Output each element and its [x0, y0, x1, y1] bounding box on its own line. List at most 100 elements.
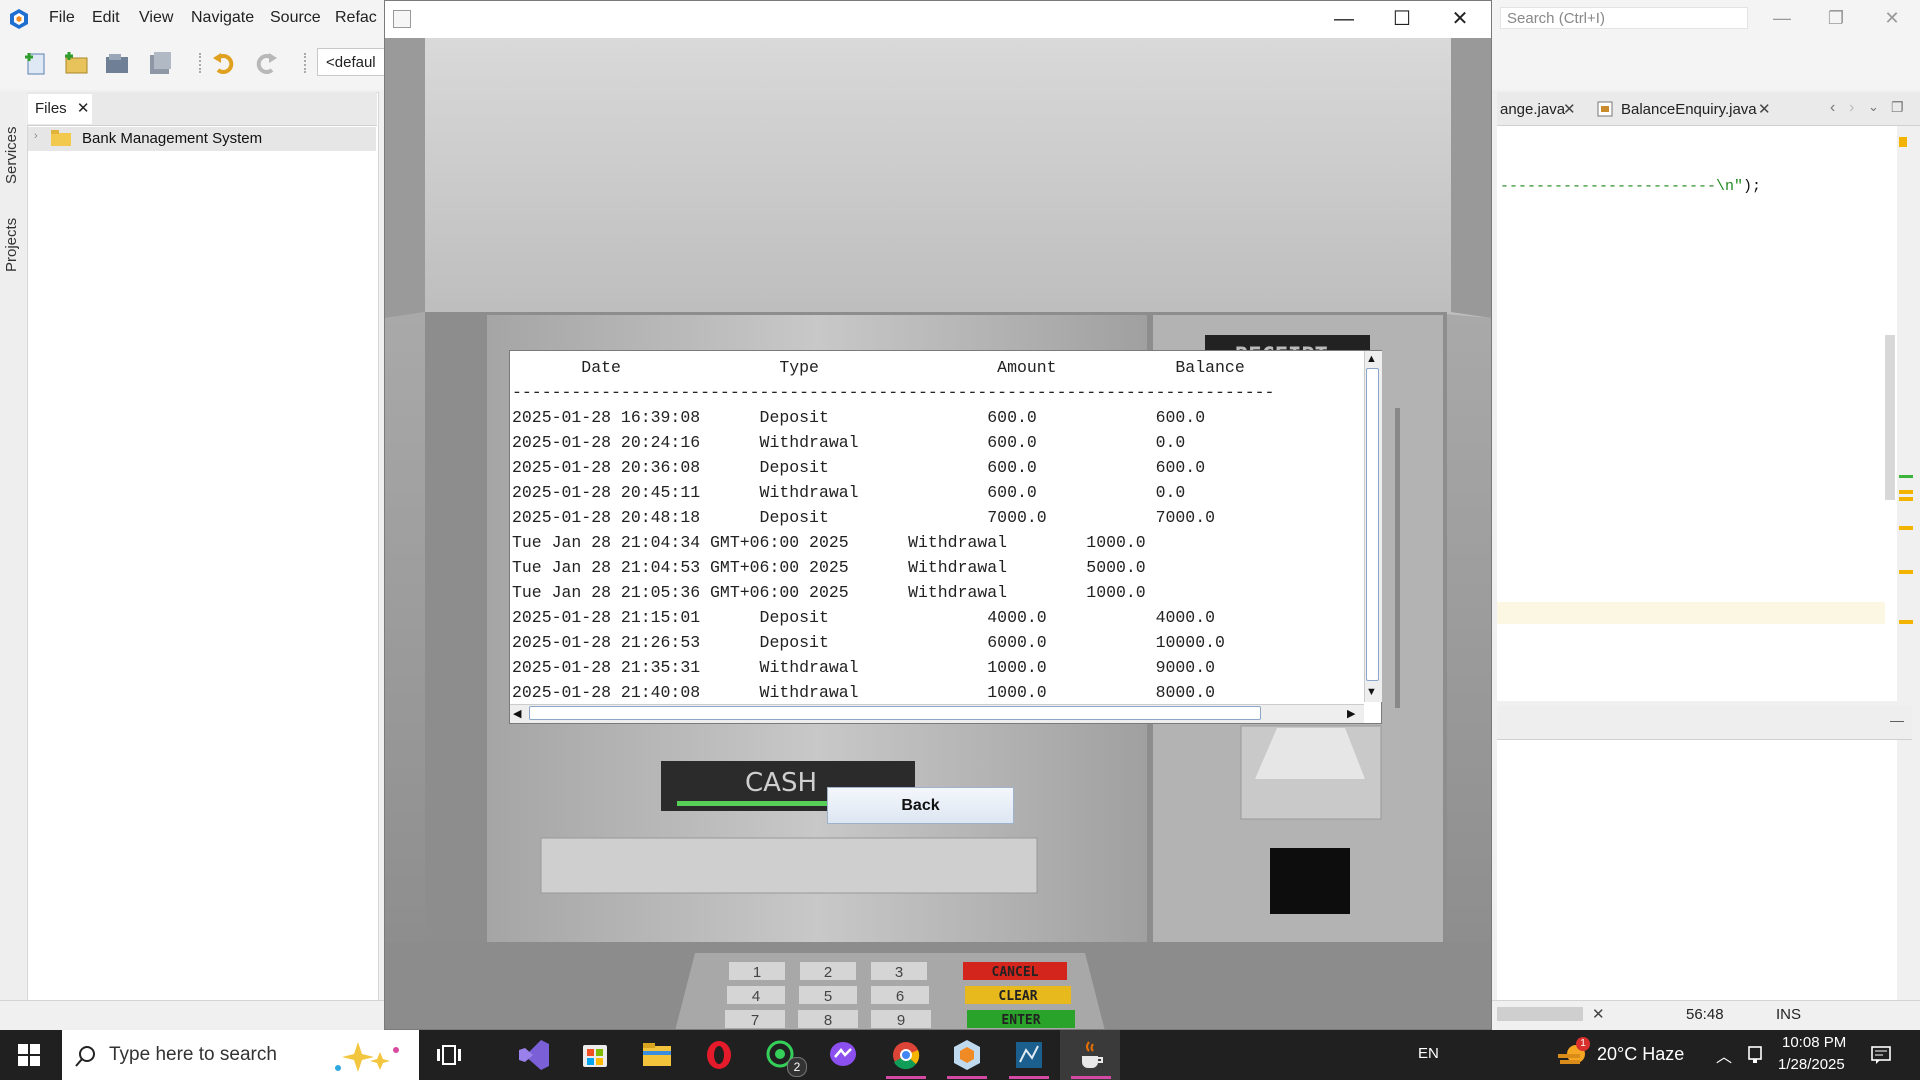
new-project-icon[interactable]	[62, 49, 90, 77]
code-punct: );	[1743, 178, 1762, 195]
mysql-workbench-icon[interactable]	[1008, 1036, 1050, 1074]
scroll-right-arrow-icon[interactable]: ▶	[1347, 707, 1355, 720]
occurrence-marker[interactable]	[1899, 526, 1913, 530]
code-line: ------------------------\n");	[1500, 178, 1761, 195]
keypad-key: 7	[751, 1012, 759, 1029]
services-tab[interactable]: Services	[3, 126, 20, 184]
enter-key: ENTER	[1001, 1013, 1040, 1028]
chrome-icon[interactable]	[885, 1036, 927, 1074]
scroll-down-arrow-icon[interactable]: ▼	[1366, 686, 1377, 698]
close-icon[interactable]: ✕	[1758, 100, 1771, 118]
caret-position: 56:48	[1686, 1006, 1724, 1023]
keypad-key: 5	[824, 988, 832, 1005]
clock-time[interactable]: 10:08 PM	[1782, 1034, 1846, 1051]
file-explorer-icon[interactable]	[636, 1036, 678, 1074]
close-button[interactable]: ✕	[1431, 1, 1489, 38]
minimize-button[interactable]: —	[1315, 1, 1373, 38]
transaction-row: 2025-01-28 21:40:08 Withdrawal 1000.0 80…	[512, 683, 1216, 702]
clock-date[interactable]: 1/28/2025	[1778, 1056, 1845, 1073]
windows-start-icon[interactable]	[18, 1044, 40, 1066]
occurrence-marker[interactable]	[1899, 570, 1913, 574]
editor-tab-label[interactable]: ange.java	[1500, 101, 1565, 118]
files-tab[interactable]: Files ✕	[28, 94, 92, 124]
scroll-up-arrow-icon[interactable]: ▲	[1366, 353, 1377, 365]
search-highlight-icon	[335, 1042, 399, 1072]
cash-label: CASH	[745, 768, 817, 798]
undo-icon[interactable]	[210, 49, 238, 77]
transaction-row: 2025-01-28 21:35:31 Withdrawal 1000.0 90…	[512, 658, 1216, 677]
restore-window-icon[interactable]: ❐	[1891, 99, 1904, 116]
netbeans-icon[interactable]	[946, 1036, 988, 1074]
menu-file[interactable]: File	[49, 9, 75, 27]
warning-marker[interactable]	[1899, 137, 1907, 147]
window-titlebar[interactable]: — ☐ ✕	[385, 1, 1491, 38]
maximize-button[interactable]: ☐	[1373, 1, 1431, 38]
change-marker[interactable]	[1899, 475, 1913, 478]
statement-text-area[interactable]: Date Type Amount Balance ---------------…	[509, 350, 1382, 724]
messenger-icon[interactable]	[822, 1036, 864, 1074]
transaction-row: Tue Jan 28 21:04:53 GMT+06:00 2025 Withd…	[512, 558, 1146, 577]
keypad-key: 1	[753, 964, 761, 981]
task-view-icon[interactable]	[429, 1036, 471, 1074]
output-panel-header	[1497, 706, 1912, 740]
occurrence-marker[interactable]	[1899, 497, 1913, 501]
keypad: 1 2 3 4 5 6 7 8 9	[725, 962, 931, 1029]
java-cup-icon	[393, 10, 411, 28]
taskbar-search-placeholder: Type here to search	[109, 1044, 277, 1065]
active-indicator	[886, 1076, 926, 1079]
keypad-key: 8	[824, 1012, 832, 1029]
keypad-key: 3	[895, 964, 903, 981]
menu-refactor[interactable]: Refac	[335, 9, 377, 27]
ide-close-button[interactable]: ✕	[1872, 4, 1912, 32]
files-tab-label: Files	[35, 100, 67, 117]
language-indicator[interactable]: EN	[1418, 1045, 1439, 1062]
editor-scrollbar[interactable]	[1885, 335, 1895, 500]
menu-navigate[interactable]: Navigate	[191, 9, 254, 27]
save-all-icon[interactable]	[146, 49, 174, 77]
weather-text[interactable]: 20°C Haze	[1597, 1044, 1684, 1065]
menu-source[interactable]: Source	[270, 9, 321, 27]
horizontal-scroll-thumb[interactable]	[529, 706, 1261, 720]
new-file-icon[interactable]	[22, 49, 50, 77]
scroll-tabs-right-icon[interactable]: ›	[1849, 99, 1854, 117]
netbeans-logo-icon	[10, 9, 28, 29]
chevron-up-icon[interactable]: ︿	[1716, 1043, 1732, 1067]
occurrence-marker[interactable]	[1899, 490, 1913, 494]
code-string: ------------------------\n"	[1500, 178, 1744, 195]
opera-icon[interactable]	[698, 1036, 740, 1074]
ide-search-input[interactable]: Search (Ctrl+I)	[1500, 7, 1748, 29]
notifications-icon[interactable]	[1870, 1044, 1892, 1066]
java-icon[interactable]	[1070, 1036, 1112, 1074]
scroll-tabs-left-icon[interactable]: ‹	[1830, 99, 1835, 117]
close-icon[interactable]: ✕	[1592, 1005, 1605, 1023]
statement-header: Date Type Amount Balance	[512, 358, 1245, 377]
toolbar-separator	[304, 53, 308, 73]
projects-tab[interactable]: Projects	[3, 218, 20, 272]
occurrence-marker[interactable]	[1899, 620, 1913, 624]
transaction-row: Tue Jan 28 21:04:34 GMT+06:00 2025 Withd…	[512, 533, 1146, 552]
toolbar-separator	[199, 53, 203, 73]
ide-minimize-button[interactable]: —	[1762, 4, 1802, 32]
menu-view[interactable]: View	[139, 9, 173, 27]
network-icon[interactable]	[1745, 1044, 1767, 1066]
menu-edit[interactable]: Edit	[92, 9, 120, 27]
vertical-scroll-thumb[interactable]	[1366, 368, 1379, 681]
active-indicator	[947, 1076, 987, 1079]
transaction-row: Tue Jan 28 21:05:36 GMT+06:00 2025 Withd…	[512, 583, 1146, 602]
visual-studio-icon[interactable]	[513, 1036, 555, 1074]
close-icon[interactable]: ✕	[1563, 100, 1576, 118]
microsoft-store-icon[interactable]	[574, 1036, 616, 1074]
close-icon[interactable]: ✕	[77, 100, 90, 117]
back-button[interactable]: Back	[827, 787, 1014, 824]
transaction-row: 2025-01-28 20:45:11 Withdrawal 600.0 0.0	[512, 483, 1186, 502]
chevron-right-icon[interactable]: ›	[34, 130, 38, 142]
tab-list-icon[interactable]: ⌄	[1868, 99, 1879, 115]
minimize-panel-icon[interactable]: —	[1890, 712, 1904, 728]
editor-tab-label[interactable]: BalanceEnquiry.java	[1621, 101, 1757, 118]
keypad-key: 9	[897, 1012, 905, 1029]
insert-mode: INS	[1776, 1006, 1802, 1023]
ide-restore-button[interactable]: ❐	[1816, 4, 1856, 32]
scroll-left-arrow-icon[interactable]: ◀	[513, 707, 521, 720]
redo-icon[interactable]	[252, 49, 280, 77]
open-project-icon[interactable]	[103, 49, 131, 77]
